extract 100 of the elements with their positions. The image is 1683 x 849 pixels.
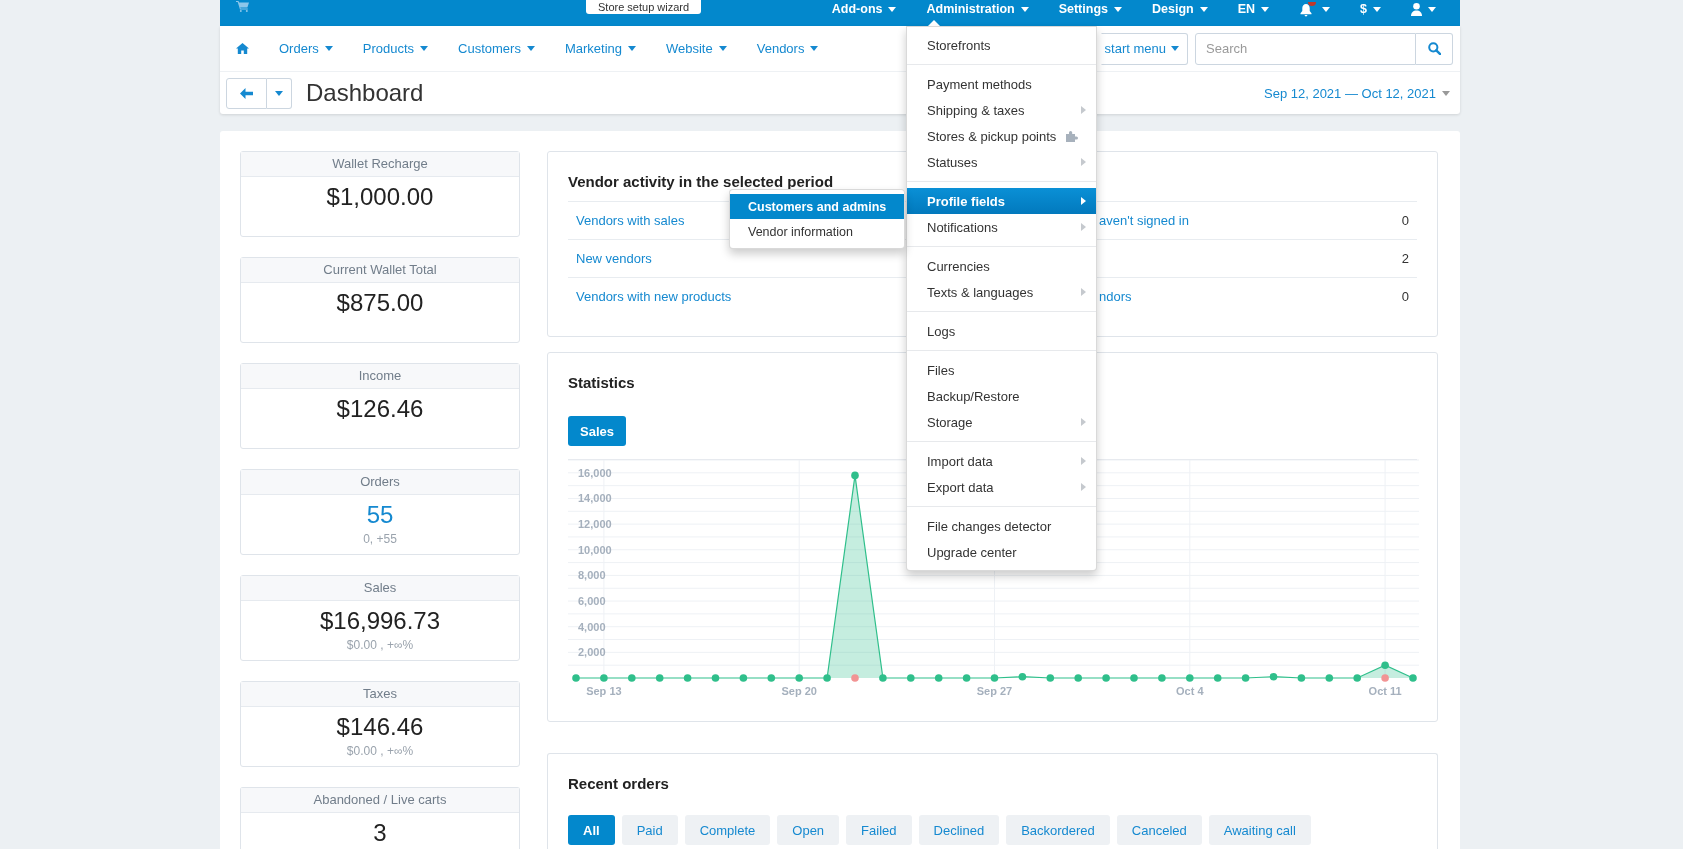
vendor-activity-link[interactable]: ndors (1099, 289, 1132, 304)
nav-menu[interactable]: Orders (264, 33, 348, 64)
data-point (1130, 674, 1138, 682)
back-button[interactable] (226, 77, 267, 109)
top-menu[interactable]: Settings (1043, 0, 1137, 26)
status-filter[interactable]: All (568, 815, 615, 845)
top-menu[interactable]: EN (1222, 0, 1285, 26)
caret-right-icon (1081, 106, 1086, 114)
data-point (907, 674, 915, 682)
dropdown-item[interactable]: Backup/Restore (907, 383, 1096, 409)
vendor-activity-link[interactable]: aven't signed in (1099, 213, 1189, 228)
page-title: Dashboard (306, 78, 424, 108)
card-title: Recent orders (568, 776, 670, 792)
dropdown-item[interactable]: Payment methods (907, 71, 1096, 97)
dropdown-item[interactable]: Texts & languages (907, 279, 1096, 305)
data-point (1381, 661, 1389, 669)
status-filter[interactable]: Canceled (1116, 815, 1202, 845)
stat-value: $16,996.73 (319, 606, 441, 636)
status-filter[interactable]: Complete (684, 815, 771, 845)
nav-menu[interactable]: Customers (443, 33, 550, 64)
quick-menu-button[interactable]: start menu (1100, 32, 1188, 65)
axis-label: Oct 4 (1176, 685, 1204, 697)
dropdown-item[interactable]: Shipping & taxes (907, 97, 1096, 123)
caret-right-icon (1081, 223, 1086, 231)
search-button[interactable] (1416, 32, 1453, 65)
currency-menu[interactable]: $ (1345, 0, 1396, 26)
nav-menu[interactable]: Vendors (741, 33, 834, 64)
dropdown-item[interactable]: Notifications (907, 214, 1096, 240)
status-filter[interactable]: Paid (621, 815, 678, 845)
status-filter[interactable]: Declined (918, 815, 1000, 845)
data-point (711, 674, 720, 682)
vendor-activity-link[interactable]: New vendors (576, 251, 652, 266)
dropdown-item[interactable]: Export data (907, 474, 1096, 500)
dropdown-item[interactable]: Profile fields (907, 188, 1096, 214)
data-point (990, 674, 999, 682)
status-filter[interactable]: Backordered (1006, 815, 1110, 845)
caret-icon (1261, 6, 1270, 12)
stat-change: $0.00 , +∞% (346, 637, 414, 653)
stat-card-title: Wallet Recharge (241, 152, 519, 177)
nav-menu[interactable]: Products (347, 33, 444, 64)
dropdown-item[interactable]: Currencies (907, 253, 1096, 279)
dropdown-item[interactable]: Storefronts (907, 32, 1096, 58)
axis-label: Sep 13 (586, 685, 622, 697)
caret-right-icon (1081, 457, 1086, 465)
caret-right-icon (1081, 197, 1086, 205)
history-dropdown-button[interactable] (267, 77, 292, 109)
date-range-picker[interactable]: Sep 12, 2021 — Oct 12, 2021 (1264, 85, 1450, 101)
top-menu[interactable]: Design (1137, 0, 1223, 26)
chart-tab[interactable]: Sales (568, 416, 626, 446)
data-point (962, 674, 971, 682)
home-icon (236, 43, 249, 54)
search-field[interactable]: Search (1195, 32, 1416, 65)
vendor-activity-link[interactable]: Vendors with sales (576, 213, 685, 228)
status-filter[interactable]: Awaiting call (1208, 815, 1311, 845)
caret-icon (1322, 6, 1331, 12)
axis-label: 4,000 (578, 620, 606, 633)
stat-card-title: Taxes (241, 682, 519, 707)
submenu-item[interactable]: Customers and admins (730, 194, 904, 219)
axis-label: Oct 11 (1368, 685, 1402, 697)
dropdown-item[interactable]: Files (907, 357, 1096, 383)
data-point (628, 674, 636, 682)
caret-right-icon (1081, 288, 1086, 296)
caret-icon (526, 46, 535, 51)
data-point (600, 674, 608, 682)
dropdown-item[interactable]: Statuses (907, 149, 1096, 175)
top-menu[interactable]: Add-ons (816, 0, 912, 26)
dropdown-item[interactable]: Import data (907, 448, 1096, 474)
axis-label: Sep 20 (781, 685, 817, 697)
stat-value[interactable]: 55 (366, 499, 394, 531)
caret-right-icon (1081, 158, 1086, 166)
data-point (683, 674, 692, 682)
data-point (1158, 674, 1166, 682)
stat-change: 0, +55 (363, 531, 397, 547)
top-menu[interactable]: Administration (911, 0, 1044, 26)
bell-icon (1299, 1, 1317, 17)
dropdown-item[interactable]: Stores & pickup points (907, 123, 1096, 149)
axis-label: 8,000 (578, 569, 606, 582)
caret-icon (275, 90, 283, 96)
nav-menu[interactable]: Marketing (549, 33, 651, 64)
caret-icon (718, 46, 727, 51)
axis-label: 6,000 (578, 595, 606, 608)
user-icon (1411, 2, 1422, 16)
data-point (1325, 674, 1334, 682)
axis-label: 2,000 (578, 646, 606, 659)
status-filter[interactable]: Open (777, 815, 840, 845)
data-point (1018, 672, 1027, 681)
store-setup-wizard-button[interactable]: Store setup wizard (586, 0, 702, 14)
submenu-item[interactable]: Vendor information (730, 219, 904, 244)
caret-icon (1171, 46, 1179, 51)
dropdown-item[interactable]: Upgrade center (907, 539, 1096, 565)
caret-icon (810, 46, 819, 51)
caret-icon (1199, 6, 1208, 12)
dropdown-item[interactable]: Logs (907, 318, 1096, 344)
dropdown-item[interactable]: File changes detector (907, 513, 1096, 539)
stat-card-title: Sales (241, 576, 519, 601)
vendor-activity-link[interactable]: Vendors with new products (576, 289, 732, 304)
dropdown-item[interactable]: Storage (907, 409, 1096, 435)
status-filter[interactable]: Failed (846, 815, 912, 845)
stat-change: $0.00 , +∞% (346, 743, 414, 759)
nav-menu[interactable]: Website (651, 33, 742, 64)
